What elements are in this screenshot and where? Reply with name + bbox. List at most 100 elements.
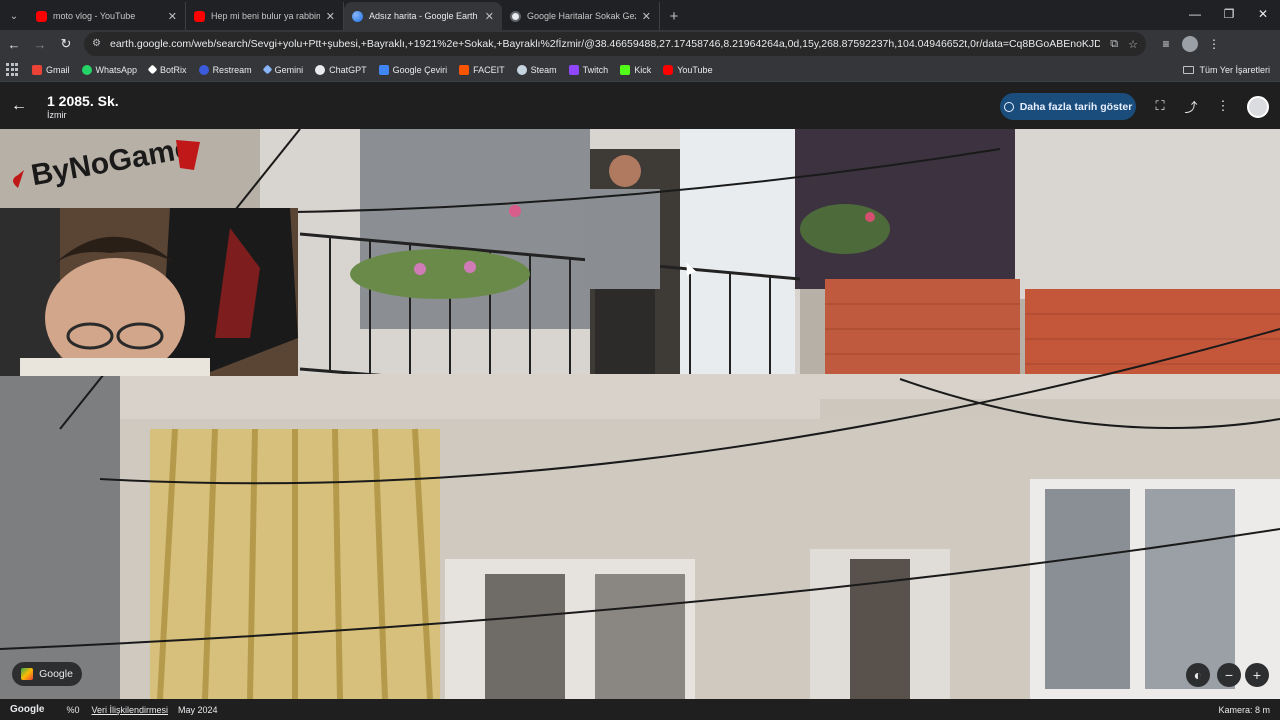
bookmark-gmail[interactable]: Gmail bbox=[32, 64, 70, 75]
browser-tab[interactable]: Google Haritalar Sokak Gezi ✕ bbox=[502, 2, 660, 30]
all-bookmarks[interactable]: Tüm Yer İşaretleri bbox=[1183, 65, 1270, 75]
zoom-out-button[interactable]: − bbox=[1217, 663, 1241, 687]
youtube-icon bbox=[663, 64, 674, 75]
bookmark-google-translate[interactable]: Google Çeviri bbox=[378, 64, 448, 75]
forward-icon[interactable]: → bbox=[28, 32, 52, 56]
site-info-icon[interactable]: ⚙ bbox=[92, 38, 104, 50]
browser-tab[interactable]: Hep mi beni bulur ya rabbim # ✕ bbox=[186, 2, 344, 30]
bookmarks-bar: Gmail WhatsApp BotRix Restream Gemini Ch… bbox=[0, 58, 1280, 82]
twitch-icon bbox=[568, 64, 579, 75]
all-bookmarks-label: Tüm Yer İşaretleri bbox=[1199, 64, 1270, 75]
install-app-icon[interactable]: ⧉ bbox=[1110, 38, 1118, 51]
history-icon bbox=[1003, 101, 1014, 112]
steam-icon bbox=[516, 64, 527, 75]
street-name: 1 2085. Sk. bbox=[47, 92, 119, 109]
close-tab-icon[interactable]: ✕ bbox=[642, 10, 651, 23]
address-bar[interactable]: ⚙ earth.google.com/web/search/Sevgi+yolu… bbox=[84, 32, 1146, 56]
close-tab-icon[interactable]: ✕ bbox=[168, 10, 177, 23]
bookmark-botrix[interactable]: BotRix bbox=[147, 64, 187, 75]
bookmark-label: WhatsApp bbox=[95, 64, 138, 75]
bookmark-label: Google Çeviri bbox=[392, 64, 448, 75]
bookmark-label: ChatGPT bbox=[329, 64, 367, 75]
window-controls: — ❐ ✕ bbox=[1178, 0, 1280, 28]
user-avatar[interactable] bbox=[1247, 96, 1269, 118]
bookmark-label: YouTube bbox=[677, 64, 713, 75]
close-window-icon[interactable]: ✕ bbox=[1246, 0, 1280, 28]
tab-title: Adsız harita - Google Earth bbox=[369, 11, 478, 21]
google-map-badge[interactable]: Google bbox=[12, 662, 82, 686]
tab-search-menu-icon[interactable]: ⌄ bbox=[0, 2, 28, 30]
browser-tab-active[interactable]: Adsız harita - Google Earth ✕ bbox=[344, 2, 502, 30]
google-earth-icon bbox=[352, 10, 363, 22]
browser-menu-icon[interactable]: ⋮ bbox=[1202, 32, 1226, 56]
close-tab-icon[interactable]: ✕ bbox=[326, 10, 335, 23]
google-logo: Google bbox=[10, 704, 45, 715]
tab-title: moto vlog - YouTube bbox=[53, 11, 136, 21]
faceit-icon bbox=[459, 64, 470, 75]
restore-icon[interactable]: ❐ bbox=[1212, 0, 1246, 28]
tab-title: Hep mi beni bulur ya rabbim # bbox=[211, 11, 320, 21]
kick-icon bbox=[620, 64, 631, 75]
new-tab-button[interactable]: + bbox=[660, 2, 688, 30]
camera-altitude: Kamera: 8 m bbox=[1218, 704, 1270, 715]
youtube-icon bbox=[36, 10, 47, 22]
webcam-overlay bbox=[0, 208, 298, 376]
profile-icon[interactable] bbox=[1178, 32, 1202, 56]
bookmark-label: FACEIT bbox=[473, 64, 505, 75]
compass-icon[interactable]: ◐ bbox=[1186, 663, 1210, 687]
share-icon[interactable]: ⤴ bbox=[1181, 96, 1201, 116]
zoom-in-button[interactable]: + bbox=[1245, 663, 1269, 687]
bookmark-star-icon[interactable]: ☆ bbox=[1128, 38, 1138, 51]
browser-tab-bar: ⌄ moto vlog - YouTube ✕ Hep mi beni bulu… bbox=[0, 0, 1280, 30]
earth-footer: Google %0 Veri İlişkilendirmesi May 2024… bbox=[0, 699, 1280, 720]
bookmark-twitch[interactable]: Twitch bbox=[568, 64, 609, 75]
street-view-header: ← 1 2085. Sk. İzmir Daha fazla tarih gös… bbox=[0, 83, 1280, 129]
browser-tab[interactable]: moto vlog - YouTube ✕ bbox=[28, 2, 186, 30]
bookmark-chatgpt[interactable]: ChatGPT bbox=[315, 64, 367, 75]
bookmark-kick[interactable]: Kick bbox=[620, 64, 652, 75]
streamer-webcam bbox=[0, 208, 298, 376]
bookmark-restream[interactable]: Restream bbox=[198, 64, 252, 75]
back-arrow-icon[interactable]: ← bbox=[0, 83, 38, 129]
chatgpt-icon bbox=[315, 64, 326, 75]
imagery-date: May 2024 bbox=[178, 704, 218, 715]
folder-icon bbox=[1183, 65, 1195, 74]
bookmark-label: Twitch bbox=[582, 64, 609, 75]
svg-text:ByNoGame: ByNoGame bbox=[29, 132, 194, 190]
city-name: İzmir bbox=[47, 109, 67, 120]
bookmark-label: Restream bbox=[212, 64, 252, 75]
bookmark-label: Steam bbox=[530, 64, 557, 75]
screenshot-icon[interactable]: ⛶ bbox=[1150, 96, 1170, 116]
more-options-icon[interactable]: ⋮ bbox=[1213, 96, 1233, 116]
back-icon[interactable]: ← bbox=[2, 32, 26, 56]
browser-toolbar: ← → ↻ ⚙ earth.google.com/web/search/Sevg… bbox=[0, 30, 1280, 58]
bookmark-label: Gemini bbox=[274, 64, 304, 75]
botrix-icon bbox=[147, 64, 158, 75]
bookmark-label: BotRix bbox=[160, 64, 187, 75]
tab-title: Google Haritalar Sokak Gezi bbox=[527, 11, 636, 21]
bookmark-faceit[interactable]: FACEIT bbox=[459, 64, 505, 75]
bookmark-gemini[interactable]: Gemini bbox=[262, 64, 304, 75]
place-info: 1 2085. Sk. İzmir bbox=[47, 93, 119, 120]
data-attribution-link[interactable]: Veri İlişkilendirmesi bbox=[91, 705, 168, 715]
media-controls-icon[interactable]: ≡ bbox=[1154, 32, 1178, 56]
bookmark-youtube[interactable]: YouTube bbox=[663, 64, 713, 75]
gemini-icon bbox=[262, 64, 273, 75]
show-more-dates-button[interactable]: Daha fazla tarih göster bbox=[1000, 93, 1136, 120]
show-more-dates-label: Daha fazla tarih göster bbox=[1019, 100, 1133, 113]
reload-icon[interactable]: ↻ bbox=[54, 32, 78, 56]
channel-logo: ByNoGame bbox=[13, 132, 200, 190]
apps-grid-icon[interactable] bbox=[6, 62, 20, 77]
zoom-percent: %0 bbox=[66, 704, 80, 715]
bookmark-label: Gmail bbox=[46, 64, 70, 75]
google-translate-icon bbox=[378, 64, 389, 75]
minimize-icon[interactable]: — bbox=[1178, 0, 1212, 28]
google-maps-icon bbox=[510, 10, 521, 22]
gmail-icon bbox=[32, 64, 42, 75]
bookmark-steam[interactable]: Steam bbox=[516, 64, 557, 75]
bookmark-whatsapp[interactable]: WhatsApp bbox=[81, 64, 138, 75]
google-maps-icon bbox=[21, 668, 34, 680]
close-tab-icon[interactable]: ✕ bbox=[485, 10, 494, 23]
bookmark-label: Kick bbox=[634, 64, 652, 75]
url-text: earth.google.com/web/search/Sevgi+yolu+P… bbox=[110, 38, 1101, 50]
